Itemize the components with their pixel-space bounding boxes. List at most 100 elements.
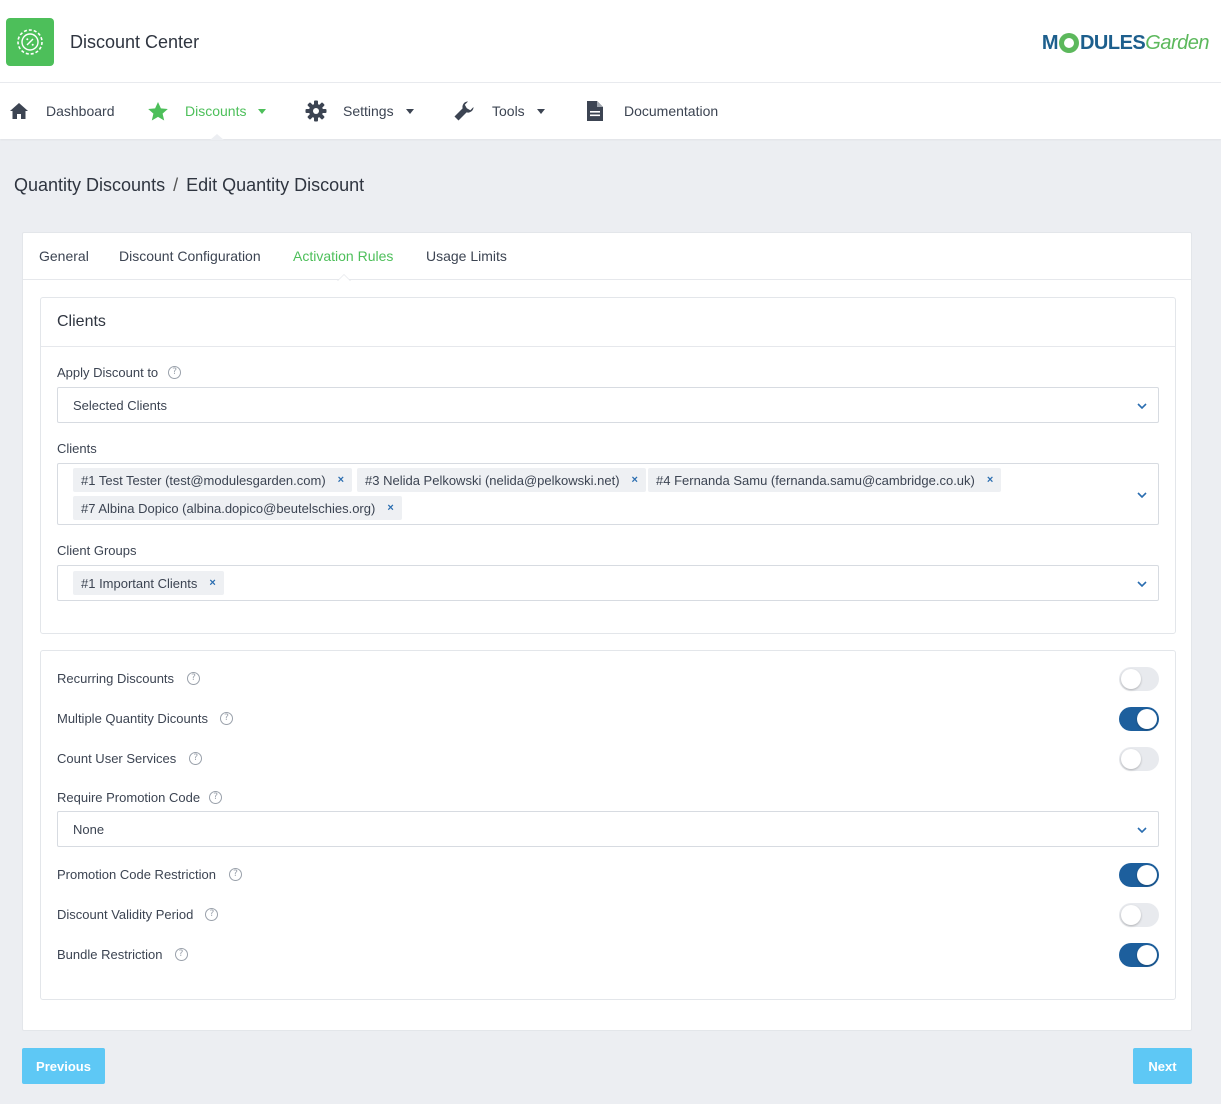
clients-panel: Clients Apply Discount to ? Selected Cli… (40, 297, 1176, 634)
client-tag-label: #7 Albina Dopico (albina.dopico@beutelsc… (81, 500, 376, 516)
brand-text-m: M (1041, 31, 1059, 54)
multiple-quantity-row: Multiple Quantity Dicounts ? (57, 707, 1159, 731)
tabs: General Discount Configuration Activatio… (23, 233, 1191, 281)
chevron-down-icon (536, 108, 545, 114)
discount-badge-icon (17, 29, 43, 55)
nav-item-tools[interactable]: Tools (453, 83, 545, 139)
nav-label: Tools (492, 103, 525, 119)
recurring-discounts-label-text: Recurring Discounts (57, 671, 175, 686)
help-icon[interactable]: ? (228, 868, 242, 881)
require-promo-code-select[interactable]: None (57, 811, 1159, 847)
require-promo-code-label: Require Promotion Code ? (57, 790, 223, 805)
breadcrumb-parent[interactable]: Quantity Discounts (14, 175, 165, 195)
breadcrumb: Quantity Discounts / Edit Quantity Discoun… (14, 175, 364, 196)
client-groups-label: Client Groups (57, 543, 137, 558)
nav-item-documentation[interactable]: Documentation (584, 83, 718, 139)
promo-code-restriction-toggle[interactable] (1119, 863, 1159, 887)
client-tag: #3 Nelida Pelkowski (nelida@pelkowski.ne… (357, 468, 646, 492)
client-tag: #4 Fernanda Samu (fernanda.samu@cambridg… (648, 468, 1002, 492)
apply-discount-select[interactable]: Selected Clients (57, 387, 1159, 423)
help-icon[interactable]: ? (187, 672, 201, 685)
client-tag: #7 Albina Dopico (albina.dopico@beutelsc… (73, 496, 402, 520)
promo-code-restriction-row: Promotion Code Restriction ? (57, 863, 1159, 887)
tab-general[interactable]: General (39, 248, 89, 264)
client-tag: #1 Test Tester (test@modulesgarden.com) … (73, 468, 353, 492)
app-title: Discount Center (70, 32, 200, 52)
help-icon[interactable]: ? (174, 948, 188, 961)
require-promo-code-value: None (73, 822, 105, 837)
nav-item-settings[interactable]: Settings (305, 83, 414, 139)
star-icon (147, 100, 169, 122)
bundle-restriction-row: Bundle Restriction ? (57, 943, 1159, 967)
client-group-tag-label: #1 Important Clients (81, 575, 198, 591)
bundle-restriction-toggle[interactable] (1119, 943, 1159, 967)
help-icon[interactable]: ? (189, 752, 203, 765)
toggle-knob (1137, 865, 1157, 885)
discount-validity-row: Discount Validity Period ? (57, 903, 1159, 927)
help-icon[interactable]: ? (205, 908, 219, 921)
count-user-services-label-text: Count User Services (57, 751, 177, 766)
apply-discount-label: Apply Discount to ? (57, 365, 182, 380)
nav-label: Dashboard (46, 103, 115, 119)
app-header: Discount Center M DULES Garden (0, 0, 1221, 83)
recurring-discounts-row: Recurring Discounts ? (57, 667, 1159, 691)
nav-label: Discounts (185, 103, 247, 119)
multiple-quantity-toggle[interactable] (1119, 707, 1159, 731)
main-nav: Dashboard Discounts Settings Tools Docum… (0, 83, 1221, 140)
promo-code-restriction-label: Promotion Code Restriction ? (57, 867, 242, 882)
count-user-services-toggle[interactable] (1119, 747, 1159, 771)
multiple-quantity-label-text: Multiple Quantity Dicounts (57, 711, 209, 726)
remove-tag-icon[interactable]: × (632, 474, 638, 486)
tab-usage-limits[interactable]: Usage Limits (426, 248, 507, 264)
promo-code-restriction-label-text: Promotion Code Restriction (57, 867, 216, 882)
remove-tag-icon[interactable]: × (987, 474, 993, 486)
client-group-tag: #1 Important Clients × (73, 571, 224, 595)
bundle-restriction-label-text: Bundle Restriction (57, 947, 163, 962)
tab-discount-configuration[interactable]: Discount Configuration (119, 248, 261, 264)
multiple-quantity-label: Multiple Quantity Dicounts ? (57, 711, 234, 726)
clients-label: Clients (57, 441, 97, 456)
chevron-down-icon (1136, 400, 1148, 412)
tab-activation-rules[interactable]: Activation Rules (293, 248, 393, 264)
nav-item-dashboard[interactable]: Dashboard (8, 83, 115, 139)
count-user-services-row: Count User Services ? (57, 747, 1159, 771)
client-groups-multiselect[interactable]: #1 Important Clients × (57, 565, 1159, 601)
chevron-down-icon (405, 108, 414, 114)
breadcrumb-separator: / (173, 175, 179, 195)
next-button[interactable]: Next (1133, 1048, 1192, 1084)
brand-logo: M DULES Garden (1041, 30, 1210, 56)
bundle-restriction-label: Bundle Restriction ? (57, 947, 188, 962)
remove-tag-icon[interactable]: × (338, 474, 344, 486)
help-icon[interactable]: ? (209, 791, 223, 804)
toggle-knob (1137, 945, 1157, 965)
require-promo-code-label-text: Require Promotion Code (57, 790, 201, 805)
breadcrumb-current: Edit Quantity Discount (186, 175, 365, 195)
clients-multiselect[interactable]: #1 Test Tester (test@modulesgarden.com) … (57, 463, 1159, 525)
apply-discount-value: Selected Clients (73, 398, 167, 413)
toggle-knob (1121, 669, 1141, 689)
help-icon[interactable]: ? (168, 366, 182, 379)
count-user-services-label: Count User Services ? (57, 751, 203, 766)
nav-label: Settings (343, 103, 394, 119)
app-logo[interactable] (6, 18, 54, 66)
nav-label: Documentation (624, 103, 719, 119)
home-icon (8, 100, 30, 122)
discount-validity-label: Discount Validity Period ? (57, 907, 219, 922)
chevron-down-icon (1136, 489, 1148, 501)
apply-discount-label-text: Apply Discount to (57, 365, 159, 380)
toggle-knob (1137, 709, 1157, 729)
client-tag-label: #4 Fernanda Samu (fernanda.samu@cambridg… (656, 472, 975, 488)
recurring-discounts-label: Recurring Discounts ? (57, 671, 201, 686)
previous-button[interactable]: Previous (22, 1048, 105, 1084)
remove-tag-icon[interactable]: × (387, 502, 393, 514)
discount-validity-toggle[interactable] (1119, 903, 1159, 927)
client-tag-label: #1 Test Tester (test@modulesgarden.com) (81, 472, 326, 488)
remove-tag-icon[interactable]: × (209, 577, 215, 589)
gear-icon (305, 100, 327, 122)
toggle-knob (1121, 905, 1141, 925)
recurring-discounts-toggle[interactable] (1119, 667, 1159, 691)
edit-discount-card: General Discount Configuration Activatio… (22, 232, 1192, 1031)
nav-item-discounts[interactable]: Discounts (147, 83, 267, 139)
help-icon[interactable]: ? (220, 712, 234, 725)
brand-text-garden: Garden (1145, 31, 1209, 54)
